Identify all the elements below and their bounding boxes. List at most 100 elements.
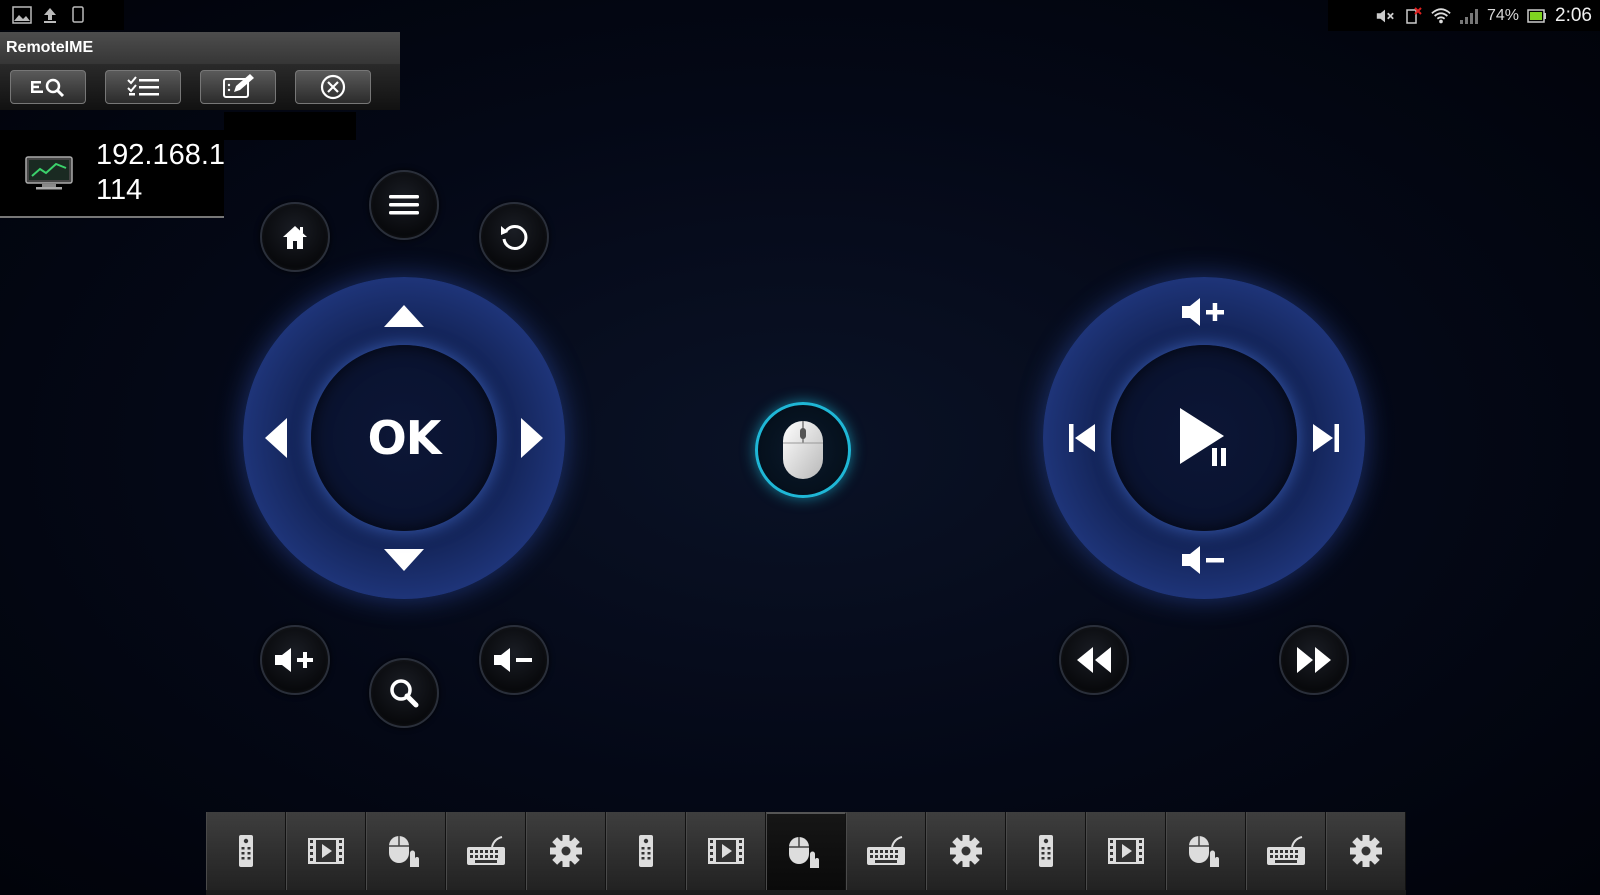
tab-keyboard[interactable] [446, 812, 526, 890]
edit-button[interactable] [200, 70, 276, 104]
device-address: 192.168.1 114 [96, 138, 224, 208]
mouse-icon [783, 421, 823, 479]
ok-label: OK [367, 411, 442, 465]
settings-icon [550, 835, 582, 867]
remote-icon [639, 835, 653, 867]
mode-tab-bar [206, 812, 1406, 895]
mouse-mode-button[interactable] [755, 402, 851, 498]
media-icon [308, 838, 344, 864]
remote-icon [239, 835, 253, 867]
tab-remote[interactable] [206, 812, 286, 890]
sim-error-icon [1403, 6, 1423, 25]
tab-media[interactable] [1086, 812, 1166, 890]
search-list-icon [31, 78, 65, 98]
volume-up-icon [1182, 298, 1224, 326]
rewind-icon [1077, 647, 1111, 673]
arrow-down-icon [384, 549, 424, 571]
device-address-line2: 114 [96, 174, 143, 206]
tab-remote[interactable] [606, 812, 686, 890]
previous-track-icon [1069, 424, 1095, 452]
volume-down-button[interactable] [479, 625, 549, 695]
keyboard-icon [1267, 836, 1305, 865]
app-title-bar: RemoteIME [0, 32, 400, 64]
edit-icon [223, 74, 254, 98]
close-circle-icon [320, 74, 346, 100]
checklist-icon [127, 76, 159, 96]
next-track-button[interactable] [1299, 411, 1353, 465]
previous-track-button[interactable] [1055, 411, 1109, 465]
tab-settings[interactable] [1326, 812, 1406, 890]
menu-icon [389, 195, 419, 215]
volume-down-icon [1182, 546, 1224, 574]
media-volume-up-button[interactable] [1177, 285, 1231, 339]
media-volume-down-button[interactable] [1177, 533, 1231, 587]
battery-percentage: 74% [1486, 6, 1520, 24]
dpad-left-button[interactable] [249, 411, 303, 465]
status-bar-left [0, 0, 124, 30]
ok-button[interactable]: OK [311, 345, 497, 531]
fast-forward-button[interactable] [1279, 625, 1349, 695]
dpad-right-button[interactable] [505, 411, 559, 465]
device-list-button[interactable] [105, 70, 181, 104]
next-track-icon [1313, 424, 1339, 452]
tab-keyboard[interactable] [846, 812, 926, 890]
upload-icon [40, 6, 60, 24]
battery-icon [1527, 7, 1547, 25]
device-address-line1: 192.168.1 [96, 139, 224, 171]
back-button[interactable] [479, 202, 549, 272]
app-toolbar [0, 64, 400, 110]
mouse-touch-icon [389, 836, 419, 867]
search-device-button[interactable] [10, 70, 86, 104]
toolbar-shadow [224, 112, 356, 140]
media-ring [1043, 277, 1365, 599]
tab-media[interactable] [686, 812, 766, 890]
volume-down-icon [494, 648, 532, 672]
clock: 2:06 [1555, 4, 1592, 26]
settings-icon [950, 835, 982, 867]
tab-mouse-active[interactable] [766, 812, 846, 890]
app-title: RemoteIME [6, 39, 94, 56]
status-bar-right: 74% 2:06 [1328, 0, 1600, 31]
arrow-up-icon [384, 305, 424, 327]
fast-forward-icon [1297, 647, 1331, 673]
wifi-icon [1431, 7, 1451, 25]
volume-up-icon [275, 648, 313, 672]
dpad-down-button[interactable] [377, 533, 431, 587]
mute-icon [1375, 7, 1395, 25]
play-pause-button[interactable] [1111, 345, 1297, 531]
mouse-touch-icon [1189, 836, 1219, 867]
keyboard-icon [867, 836, 905, 865]
tab-remote[interactable] [1006, 812, 1086, 890]
close-button[interactable] [295, 70, 371, 104]
media-icon [1108, 838, 1144, 864]
tab-settings[interactable] [926, 812, 1006, 890]
image-icon [12, 6, 32, 24]
dpad-up-button[interactable] [377, 289, 431, 343]
tab-mouse[interactable] [1166, 812, 1246, 890]
search-button[interactable] [369, 658, 439, 728]
signal-icon [1459, 7, 1479, 25]
tab-media[interactable] [286, 812, 366, 890]
remote-icon [1039, 835, 1053, 867]
media-icon [708, 838, 744, 864]
arrow-left-icon [265, 418, 287, 458]
tab-keyboard[interactable] [1246, 812, 1326, 890]
keyboard-icon [467, 836, 505, 865]
search-icon [390, 679, 419, 708]
tab-mouse[interactable] [366, 812, 446, 890]
phone-icon [68, 6, 88, 24]
settings-icon [1350, 835, 1382, 867]
mouse-touch-icon [789, 837, 819, 868]
home-button[interactable] [260, 202, 330, 272]
monitor-icon [25, 156, 73, 190]
volume-up-button[interactable] [260, 625, 330, 695]
back-icon [501, 224, 528, 250]
play-pause-icon [1180, 408, 1226, 466]
rewind-button[interactable] [1059, 625, 1129, 695]
arrow-right-icon [521, 418, 543, 458]
dpad-ring: OK [243, 277, 565, 599]
menu-button[interactable] [369, 170, 439, 240]
tab-settings[interactable] [526, 812, 606, 890]
device-list-item[interactable]: 192.168.1 114 [0, 130, 224, 218]
home-icon [283, 226, 307, 249]
